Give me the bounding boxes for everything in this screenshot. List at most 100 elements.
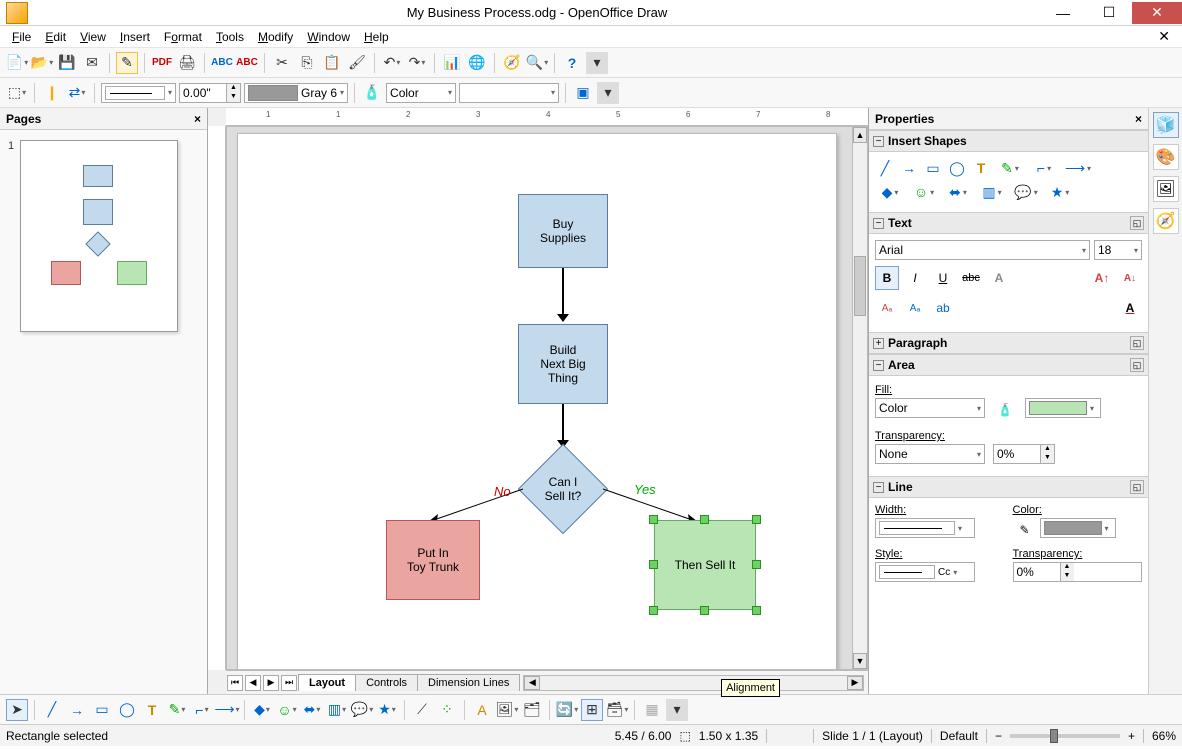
export-pdf-button[interactable]: PDF — [151, 52, 173, 74]
symbol-tool[interactable]: ☺ — [276, 699, 298, 721]
minimize-button[interactable]: — — [1040, 2, 1086, 24]
arrow-style-button[interactable]: ⬚ — [6, 82, 28, 104]
callout-shapes-icon[interactable]: 💬 — [1011, 182, 1041, 202]
symbol-shapes-icon[interactable]: ☺ — [909, 182, 939, 202]
basic-shapes-tool[interactable]: ◆ — [251, 699, 273, 721]
properties-close-icon[interactable]: × — [1135, 112, 1142, 126]
arrow-line-icon[interactable]: → — [899, 158, 919, 178]
shape-sell-it[interactable]: Then Sell It — [654, 520, 756, 610]
text-icon[interactable]: T — [971, 158, 991, 178]
line-pen-icon[interactable]: ✎ — [1013, 518, 1037, 542]
navigator-button[interactable]: 🧭 — [501, 52, 523, 74]
zoom-button[interactable]: 🔍 — [526, 52, 548, 74]
expand-line[interactable]: − — [873, 482, 884, 493]
line-style-select[interactable]: Cc▾ — [875, 562, 975, 582]
copy-button[interactable]: ⎘ — [296, 52, 318, 74]
fill-color-select[interactable]: ▾ — [1025, 398, 1101, 418]
help-button[interactable]: ? — [561, 52, 583, 74]
star-tool[interactable]: ★ — [376, 699, 398, 721]
sidebar-properties-icon[interactable]: 🧊 — [1153, 112, 1179, 138]
lines-arrows-icon[interactable]: ⟶ — [1063, 158, 1093, 178]
pages-panel-close-icon[interactable]: × — [194, 112, 201, 126]
flowchart-tool[interactable]: ▥ — [326, 699, 348, 721]
line-style-combo[interactable]: ▾ — [101, 83, 176, 103]
auto-spellcheck-button[interactable]: ABC — [236, 52, 258, 74]
zoom-out-icon[interactable]: − — [995, 729, 1002, 743]
email-button[interactable]: ✉ — [81, 52, 103, 74]
open-button[interactable]: 📂 — [31, 52, 53, 74]
zoom-in-icon[interactable]: + — [1128, 729, 1135, 743]
fill-color-combo[interactable]: ▾ — [459, 83, 559, 103]
transparency-spin[interactable]: ▲▼ — [993, 444, 1055, 464]
tab-controls[interactable]: Controls — [355, 674, 418, 691]
line-ends-button[interactable]: ⇄ — [66, 82, 88, 104]
star-shapes-icon[interactable]: ★ — [1045, 182, 1075, 202]
tab-nav-next[interactable]: ▶ — [263, 675, 279, 691]
ruler-vertical[interactable] — [208, 126, 226, 670]
undo-button[interactable]: ↶ — [381, 52, 403, 74]
area-fill-button[interactable]: 🧴 — [361, 82, 383, 104]
block-arrows-icon[interactable]: ⬌ — [943, 182, 973, 202]
tab-layout[interactable]: Layout — [298, 674, 356, 691]
chart-button[interactable]: 📊 — [441, 52, 463, 74]
fill-bucket-icon[interactable]: 🧴 — [993, 398, 1017, 422]
tab-dimension[interactable]: Dimension Lines — [417, 674, 520, 691]
font-name-combo[interactable]: Arial▾ — [875, 240, 1090, 260]
fontwork-tool[interactable]: A — [471, 699, 493, 721]
status-slide[interactable]: Slide 1 / 1 (Layout) — [822, 729, 923, 743]
page-thumbnail[interactable] — [20, 140, 178, 332]
edit-mode-button[interactable]: ✎ — [116, 52, 138, 74]
shrink-font-button[interactable]: A↓ — [1118, 266, 1142, 290]
toolbar2-overflow-icon[interactable]: ▾ — [597, 82, 619, 104]
char-format-button[interactable]: Aₐ — [903, 296, 927, 320]
save-button[interactable]: 💾 — [56, 52, 78, 74]
font-size-combo[interactable]: 18▾ — [1094, 240, 1142, 260]
ruler-horizontal[interactable]: 11 23 45 67 8 — [226, 108, 868, 126]
fill-type-combo[interactable]: Color▾ — [386, 83, 456, 103]
highlight-button[interactable]: ❙ — [41, 82, 63, 104]
line-popout-icon[interactable]: ◱ — [1130, 480, 1144, 494]
spellcheck-button[interactable]: ABC — [211, 52, 233, 74]
menu-edit[interactable]: Edit — [39, 28, 72, 46]
sidebar-styles-icon[interactable]: 🖼 — [1153, 176, 1179, 202]
super-sub-button[interactable]: Aₐ — [875, 296, 899, 320]
select-tool[interactable]: ➤ — [6, 699, 28, 721]
italic-button[interactable]: I — [903, 266, 927, 290]
ellipse-icon[interactable]: ◯ — [947, 158, 967, 178]
curve-tool[interactable]: ✎ — [166, 699, 188, 721]
close-button[interactable]: ✕ — [1132, 2, 1182, 24]
glue-points-tool[interactable]: ⁘ — [436, 699, 458, 721]
edit-points-tool[interactable]: ⟋ — [411, 699, 433, 721]
line-color-combo[interactable]: Gray 6▾ — [244, 83, 348, 103]
expand-insert-shapes[interactable]: − — [873, 136, 884, 147]
block-arrows-tool[interactable]: ⬌ — [301, 699, 323, 721]
callout-tool[interactable]: 💬 — [351, 699, 373, 721]
rotate-tool[interactable]: 🔄 — [556, 699, 578, 721]
rect-tool[interactable]: ▭ — [91, 699, 113, 721]
cut-button[interactable]: ✂ — [271, 52, 293, 74]
toolbar-overflow-icon[interactable]: ▾ — [586, 52, 608, 74]
tab-nav-first[interactable]: ⏮ — [227, 675, 243, 691]
sidebar-navigator-icon[interactable]: 🧭 — [1153, 208, 1179, 234]
line-transparency-spin[interactable]: ▲▼ — [1013, 562, 1143, 582]
scrollbar-vertical[interactable]: ▲▼ — [852, 126, 868, 670]
menu-help[interactable]: Help — [358, 28, 395, 46]
shadow-button[interactable]: ▣ — [572, 82, 594, 104]
paragraph-popout-icon[interactable]: ◱ — [1130, 336, 1144, 350]
zoom-slider[interactable] — [1010, 734, 1120, 738]
maximize-button[interactable]: ☐ — [1086, 2, 1132, 24]
ellipse-tool[interactable]: ◯ — [116, 699, 138, 721]
zoom-percent[interactable]: 66% — [1152, 729, 1176, 743]
expand-paragraph[interactable]: + — [873, 338, 884, 349]
tab-nav-prev[interactable]: ◀ — [245, 675, 261, 691]
connector-1[interactable] — [562, 268, 564, 318]
from-file-tool[interactable]: 🖼 — [496, 699, 518, 721]
highlight-color-button[interactable]: ab — [931, 296, 955, 320]
underline-button[interactable]: U — [931, 266, 955, 290]
alignment-tool[interactable]: ⊞ — [581, 699, 603, 721]
line-width-select[interactable]: ▾ — [875, 518, 975, 538]
menu-view[interactable]: View — [74, 28, 112, 46]
text-tool[interactable]: T — [141, 699, 163, 721]
fill-type-select[interactable]: Color▾ — [875, 398, 985, 418]
line-tool[interactable]: ╱ — [41, 699, 63, 721]
